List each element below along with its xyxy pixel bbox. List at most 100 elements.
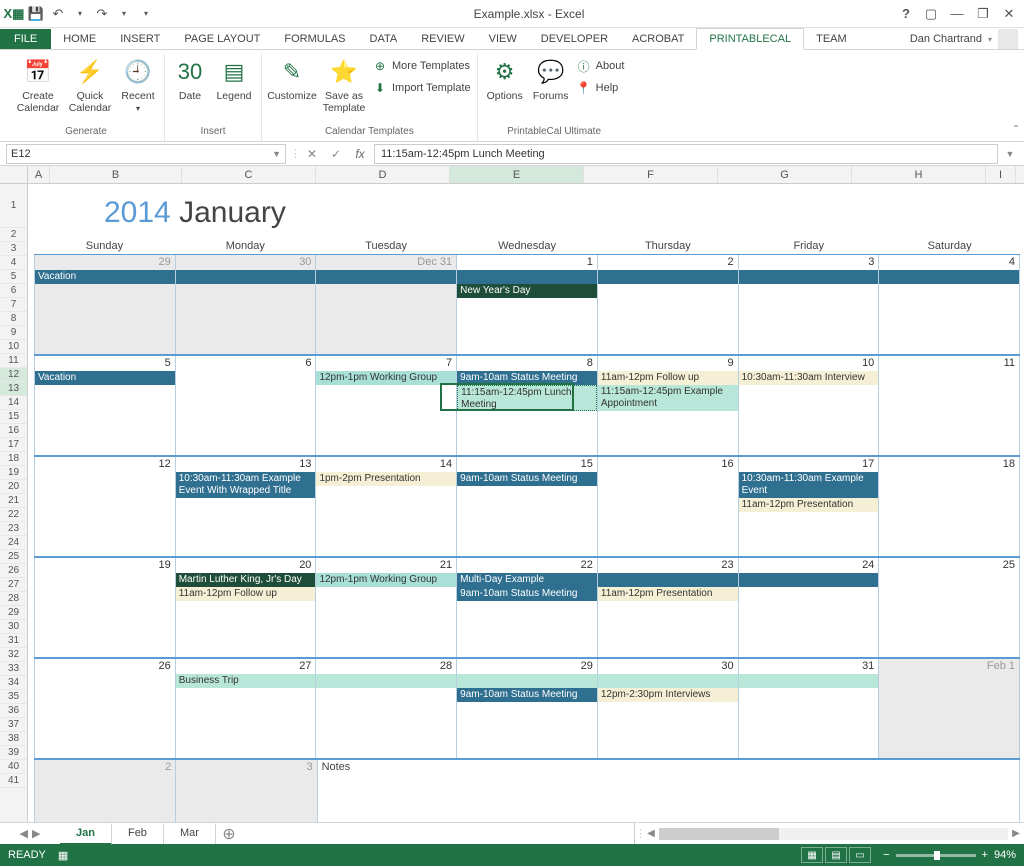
- scroll-right-icon[interactable]: ▶: [1008, 828, 1024, 839]
- row-32[interactable]: 32: [0, 648, 27, 662]
- day-cell[interactable]: 5 Vacation: [34, 356, 176, 455]
- col-h[interactable]: H: [852, 166, 986, 183]
- event-status[interactable]: 9am-10am Status Meeting: [457, 371, 597, 385]
- row-10[interactable]: 10: [0, 340, 27, 354]
- create-calendar-button[interactable]: 📅Create Calendar: [14, 54, 62, 115]
- undo-dropdown-icon[interactable]: ▾: [70, 4, 90, 24]
- scroll-left-icon[interactable]: ◀: [643, 828, 659, 839]
- horizontal-scrollbar[interactable]: ⋮ ◀ ▶: [634, 823, 1024, 844]
- more-templates-link[interactable]: ⊕More Templates: [372, 56, 471, 76]
- row-11[interactable]: 11: [0, 354, 27, 368]
- tab-review[interactable]: REVIEW: [409, 29, 476, 49]
- event-vacation[interactable]: Vacation: [35, 371, 175, 385]
- row-19[interactable]: 19: [0, 466, 27, 480]
- row-26[interactable]: 26: [0, 564, 27, 578]
- row-38[interactable]: 38: [0, 732, 27, 746]
- namebox-dropdown-icon[interactable]: ▼: [272, 149, 281, 159]
- row-28[interactable]: 28: [0, 592, 27, 606]
- undo-icon[interactable]: ↶: [48, 4, 68, 24]
- col-a[interactable]: A: [28, 166, 50, 183]
- day-cell[interactable]: 30 12pm-2:30pm Interviews: [598, 659, 739, 758]
- col-f[interactable]: F: [584, 166, 718, 183]
- tab-acrobat[interactable]: ACROBAT: [620, 29, 696, 49]
- restore-button[interactable]: ❐: [972, 4, 994, 24]
- day-cell[interactable]: 29 9am-10am Status Meeting: [457, 659, 598, 758]
- day-cell[interactable]: 20 Martin Luther King, Jr's Day11am-12pm…: [176, 558, 317, 657]
- name-box[interactable]: E12▼: [6, 144, 286, 164]
- add-sheet-button[interactable]: ⊕: [216, 823, 242, 844]
- event-presentation[interactable]: 1pm-2pm Presentation: [316, 472, 456, 486]
- notes-cell[interactable]: Notes: [318, 760, 1020, 822]
- row-2[interactable]: 2: [0, 228, 27, 242]
- day-cell[interactable]: 30: [176, 255, 317, 354]
- macro-record-icon[interactable]: ▦: [58, 849, 68, 862]
- event-business-trip[interactable]: Business Trip: [176, 674, 317, 688]
- day-cell[interactable]: 2: [598, 255, 739, 354]
- cancel-formula-icon[interactable]: ✕: [302, 144, 322, 164]
- grid-area[interactable]: 2014 January Sunday Monday Tuesday Wedne…: [28, 184, 1024, 822]
- day-cell[interactable]: 11: [879, 356, 1020, 455]
- day-cell[interactable]: 10 10:30am-11:30am Interview: [739, 356, 880, 455]
- day-cell[interactable]: 17 10:30am-11:30am Example Event11am-12p…: [739, 457, 880, 556]
- row-29[interactable]: 29: [0, 606, 27, 620]
- zoom-slider[interactable]: [896, 854, 976, 857]
- event-wrapped[interactable]: 10:30am-11:30am Example Event With Wrapp…: [176, 472, 316, 498]
- collapse-ribbon-icon[interactable]: ˆ: [1014, 123, 1018, 137]
- row-21[interactable]: 21: [0, 494, 27, 508]
- quick-calendar-button[interactable]: ⚡Quick Calendar: [66, 54, 114, 115]
- day-cell[interactable]: Dec 31: [316, 255, 457, 354]
- sheet-tab-feb[interactable]: Feb: [112, 823, 164, 844]
- event-example[interactable]: 10:30am-11:30am Example Event: [739, 472, 879, 498]
- row-23[interactable]: 23: [0, 522, 27, 536]
- day-cell[interactable]: 28: [316, 659, 457, 758]
- row-4[interactable]: 4: [0, 256, 27, 270]
- day-cell[interactable]: 19: [34, 558, 176, 657]
- customize-button[interactable]: ✎Customize: [268, 54, 316, 114]
- row-37[interactable]: 37: [0, 718, 27, 732]
- about-link[interactable]: ⓘAbout: [576, 56, 625, 76]
- day-cell[interactable]: 13 10:30am-11:30am Example Event With Wr…: [176, 457, 317, 556]
- forums-button[interactable]: 💬Forums: [530, 54, 572, 102]
- row-14[interactable]: 14: [0, 396, 27, 410]
- event-interviews[interactable]: 12pm-2:30pm Interviews: [598, 688, 738, 702]
- row-15[interactable]: 15: [0, 410, 27, 424]
- redo-dropdown-icon[interactable]: ▾: [114, 4, 134, 24]
- col-b[interactable]: B: [50, 166, 182, 183]
- tab-view[interactable]: VIEW: [477, 29, 529, 49]
- day-cell[interactable]: 21 12pm-1pm Working Group: [316, 558, 457, 657]
- event-follow-up[interactable]: 11am-12pm Follow up: [176, 587, 316, 601]
- close-button[interactable]: ✕: [998, 4, 1020, 24]
- event-multiday[interactable]: Multi-Day Example: [457, 573, 598, 587]
- row-24[interactable]: 24: [0, 536, 27, 550]
- row-9[interactable]: 9: [0, 326, 27, 340]
- date-button[interactable]: 30Date: [171, 54, 209, 102]
- event-mlk[interactable]: Martin Luther King, Jr's Day: [176, 573, 316, 587]
- event-presentation[interactable]: 11am-12pm Presentation: [739, 498, 879, 512]
- select-all-cell[interactable]: [0, 166, 28, 183]
- day-cell[interactable]: 15 9am-10am Status Meeting: [457, 457, 598, 556]
- help-icon[interactable]: ?: [902, 6, 910, 21]
- tab-pagelayout[interactable]: PAGE LAYOUT: [172, 29, 272, 49]
- day-cell[interactable]: 6: [176, 356, 317, 455]
- avatar[interactable]: [998, 29, 1018, 49]
- ribbon-options-icon[interactable]: ▢: [920, 4, 942, 24]
- row-40[interactable]: 40: [0, 760, 27, 774]
- sheet-tab-mar[interactable]: Mar: [164, 823, 216, 844]
- row-27[interactable]: 27: [0, 578, 27, 592]
- event-working-group[interactable]: 12pm-1pm Working Group: [316, 371, 456, 385]
- help-link[interactable]: 📍Help: [576, 78, 625, 98]
- day-cell[interactable]: 29 Vacation: [34, 255, 176, 354]
- row-5[interactable]: 5: [0, 270, 27, 284]
- tab-printablecal[interactable]: PRINTABLECAL: [696, 28, 804, 50]
- event-status[interactable]: 9am-10am Status Meeting: [457, 587, 597, 601]
- day-cell[interactable]: 31: [739, 659, 880, 758]
- zoom-knob[interactable]: [934, 851, 940, 860]
- row-8[interactable]: 8: [0, 312, 27, 326]
- row-22[interactable]: 22: [0, 508, 27, 522]
- event-working-group[interactable]: 12pm-1pm Working Group: [316, 573, 456, 587]
- event-presentation[interactable]: 11am-12pm Presentation: [598, 587, 738, 601]
- row-13[interactable]: 13: [0, 382, 27, 396]
- col-c[interactable]: C: [182, 166, 316, 183]
- day-cell[interactable]: 26: [34, 659, 176, 758]
- event-appointment[interactable]: 11:15am-12:45pm Example Appointment: [598, 385, 738, 411]
